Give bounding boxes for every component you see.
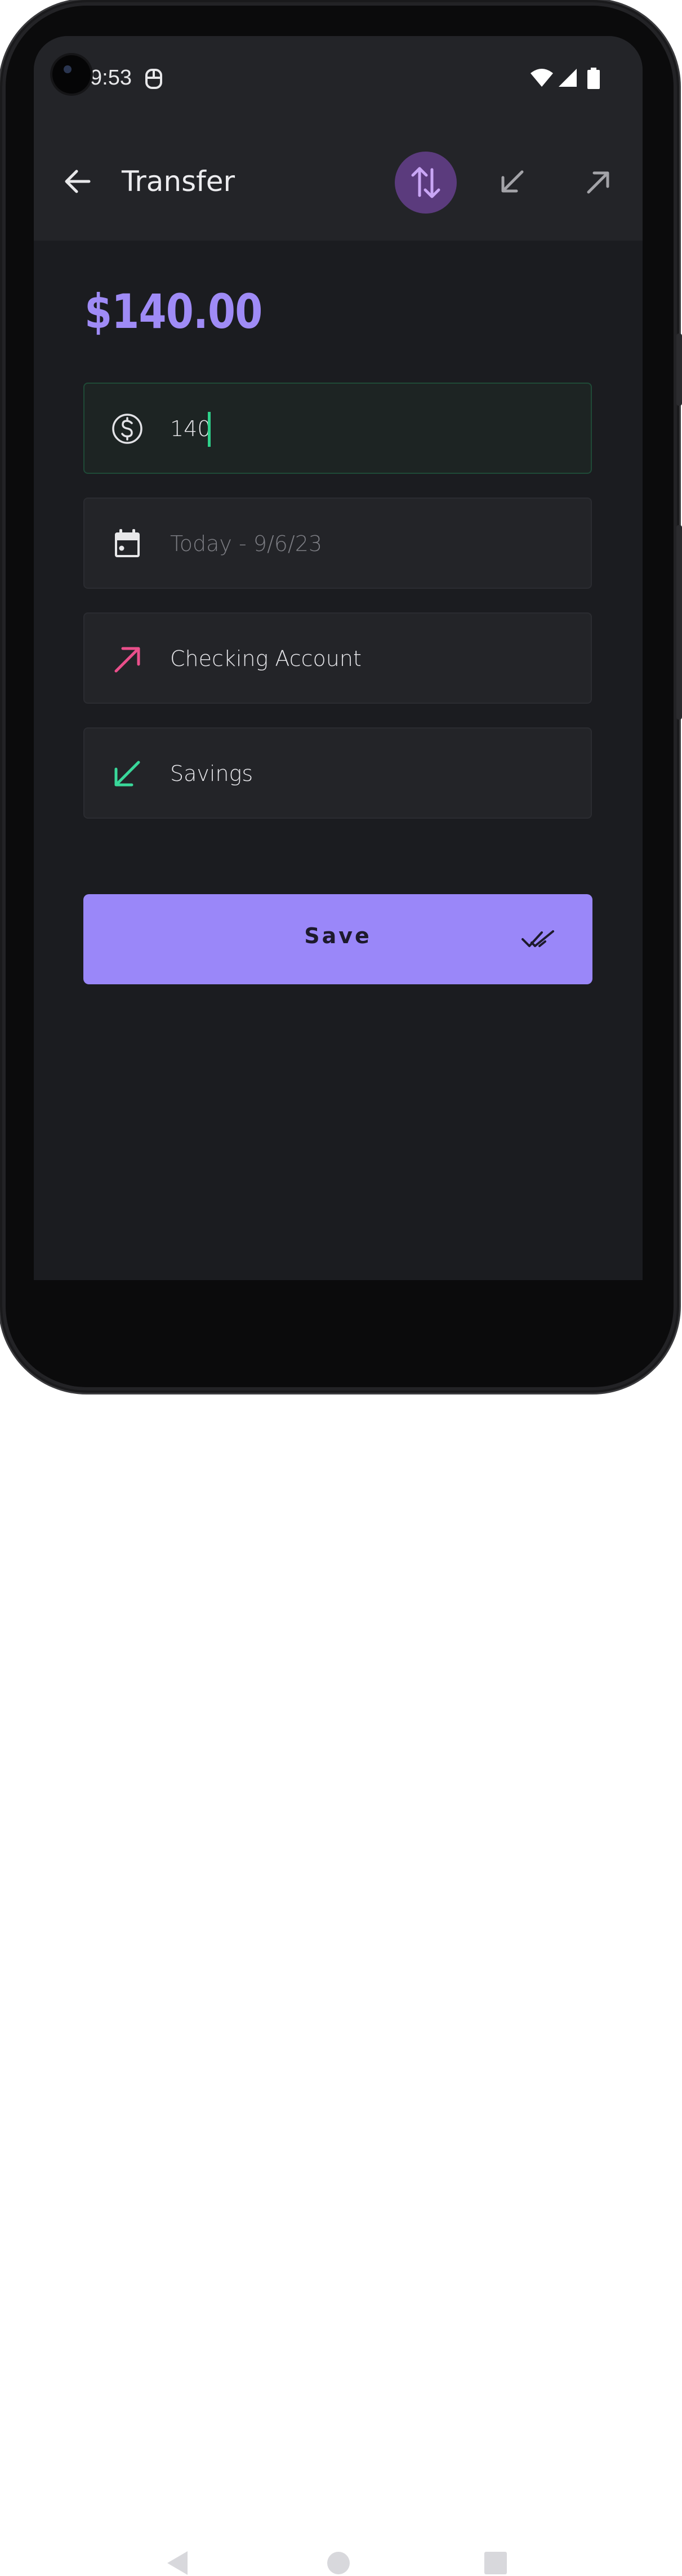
income-type-button[interactable] xyxy=(482,152,543,214)
from-account-label: Checking Account xyxy=(170,646,362,671)
front-camera xyxy=(52,55,91,94)
app-screen: 9:53 Transfer $140.00 140 Today - 9/6/23… xyxy=(34,36,643,1280)
status-bar: 9:53 xyxy=(34,36,643,121)
dollar-circle-icon xyxy=(112,414,142,444)
page-title: Transfer xyxy=(122,165,235,198)
text-caret xyxy=(208,412,211,447)
power-button xyxy=(676,334,682,406)
from-account-field[interactable]: Checking Account xyxy=(83,612,592,704)
to-account-label: Savings xyxy=(170,761,253,786)
volume-button xyxy=(676,525,682,719)
arrow-down-left-icon xyxy=(114,761,140,787)
back-arrow-icon[interactable] xyxy=(56,159,101,204)
transfer-type-button[interactable] xyxy=(395,152,457,214)
date-field[interactable]: Today - 9/6/23 xyxy=(83,498,592,589)
battery-icon xyxy=(587,68,600,89)
nav-back-icon[interactable] xyxy=(166,2550,189,2576)
wifi-icon xyxy=(531,69,553,87)
arrow-down-left-icon xyxy=(501,170,524,193)
amount-field[interactable]: 140 xyxy=(83,383,592,474)
notification-icon xyxy=(145,69,162,89)
date-value: Today - 9/6/23 xyxy=(170,531,323,556)
double-check-icon xyxy=(521,930,554,947)
amount-input-value: 140 xyxy=(170,416,211,441)
app-bar: Transfer xyxy=(34,121,643,241)
arrow-up-right-icon xyxy=(587,171,609,194)
status-time: 9:53 xyxy=(90,66,132,90)
nav-home-icon[interactable] xyxy=(327,2551,350,2575)
to-account-field[interactable]: Savings xyxy=(83,727,592,819)
calendar-icon xyxy=(115,529,140,557)
amount-display: $140.00 xyxy=(84,284,262,339)
signal-icon xyxy=(559,69,577,87)
save-button[interactable]: Save xyxy=(83,894,592,984)
save-button-label: Save xyxy=(304,923,372,948)
nav-recents-icon[interactable] xyxy=(484,2551,507,2575)
swap-arrows-icon xyxy=(411,167,440,198)
arrow-up-right-icon xyxy=(114,647,140,673)
expense-type-button[interactable] xyxy=(567,152,629,214)
